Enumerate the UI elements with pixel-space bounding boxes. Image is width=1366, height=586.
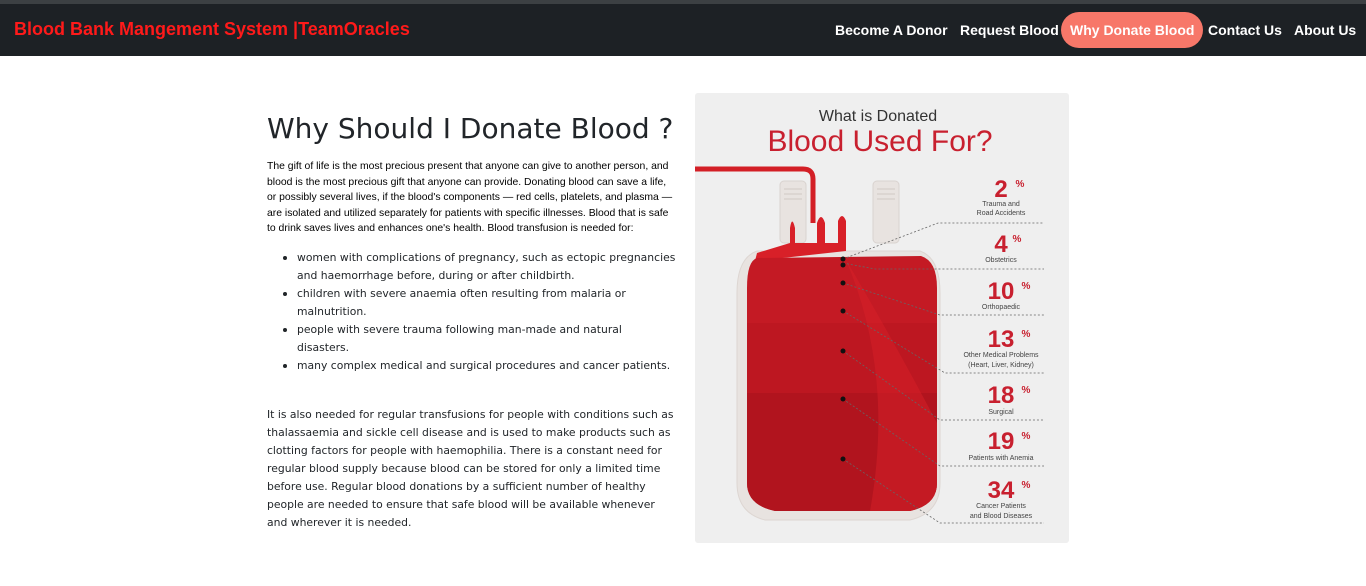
- stat-label: (Heart, Liver, Kidney): [968, 362, 1034, 369]
- list-item: women with complications of pregnancy, s…: [283, 249, 677, 285]
- page-title: Why Should I Donate Blood ?: [267, 112, 674, 145]
- infographic-heading-small: What is Donated: [819, 108, 937, 125]
- nav-about-us[interactable]: About Us: [1285, 12, 1365, 48]
- nav-contact-us[interactable]: Contact Us: [1199, 12, 1291, 48]
- stat-label: Cancer Patients: [976, 503, 1026, 510]
- main-content: Why Should I Donate Blood ? The gift of …: [267, 112, 677, 532]
- stat-item: 13 % Other Medical Problems (Heart, Live…: [963, 326, 1039, 369]
- bag-port-right: [872, 180, 900, 244]
- stat-label: Surgical: [988, 409, 1014, 416]
- list-item: many complex medical and surgical proced…: [283, 357, 677, 375]
- supply-paragraph: It is also needed for regular transfusio…: [267, 407, 674, 530]
- stat-label: Other Medical Problems: [963, 352, 1039, 359]
- stat-label: Road Accidents: [977, 210, 1026, 217]
- intro-paragraph: The gift of life is the most precious pr…: [267, 161, 673, 234]
- list-item: children with severe anaemia often resul…: [283, 285, 677, 321]
- stat-percent: %: [1022, 431, 1031, 442]
- stat-value: 4: [994, 231, 1008, 258]
- stat-item: 4 % Obstetrics: [985, 231, 1021, 264]
- brand-title[interactable]: Blood Bank Mangement System |TeamOracles: [14, 19, 410, 40]
- nav-become-donor[interactable]: Become A Donor: [826, 12, 957, 48]
- stat-label: and Blood Diseases: [970, 513, 1033, 520]
- stat-item: 19 % Patients with Anemia: [969, 428, 1034, 462]
- nav-why-donate-blood[interactable]: Why Donate Blood: [1061, 12, 1204, 48]
- stat-item: 34 % Cancer Patients and Blood Diseases: [970, 477, 1033, 520]
- stat-value: 18: [988, 382, 1015, 409]
- stat-percent: %: [1022, 281, 1031, 292]
- list-item: people with severe trauma following man-…: [283, 321, 677, 357]
- stat-percent: %: [1022, 329, 1031, 340]
- stat-label: Patients with Anemia: [969, 455, 1034, 462]
- stat-percent: %: [1022, 480, 1031, 491]
- stat-item: 10 % Orthopaedic: [982, 278, 1031, 311]
- infographic-heading-large: Blood Used For?: [767, 125, 992, 158]
- nav-request-blood[interactable]: Request Blood: [951, 12, 1068, 48]
- stat-percent: %: [1016, 179, 1025, 190]
- stat-label: Trauma and: [982, 201, 1020, 208]
- blood-bag-illustration: What is Donated Blood Used For? 2 % Trau…: [695, 108, 1044, 524]
- blood-usage-infographic: What is Donated Blood Used For? 2 % Trau…: [695, 93, 1069, 543]
- stat-value: 19: [988, 428, 1015, 455]
- navbar: Blood Bank Mangement System |TeamOracles…: [0, 4, 1366, 56]
- stat-item: 2 % Trauma and Road Accidents: [977, 176, 1026, 217]
- needs-list: women with complications of pregnancy, s…: [267, 249, 677, 375]
- stat-value: 13: [988, 326, 1015, 353]
- stat-percent: %: [1022, 385, 1031, 396]
- stat-percent: %: [1013, 234, 1022, 245]
- stat-label: Obstetrics: [985, 257, 1017, 264]
- stat-value: 34: [988, 477, 1015, 504]
- stat-value: 10: [988, 278, 1015, 305]
- stats-column: 2 % Trauma and Road Accidents 4 % Obstet…: [963, 176, 1039, 520]
- stat-label: Orthopaedic: [982, 304, 1021, 311]
- stat-item: 18 % Surgical: [988, 382, 1031, 416]
- stat-value: 2: [994, 176, 1007, 203]
